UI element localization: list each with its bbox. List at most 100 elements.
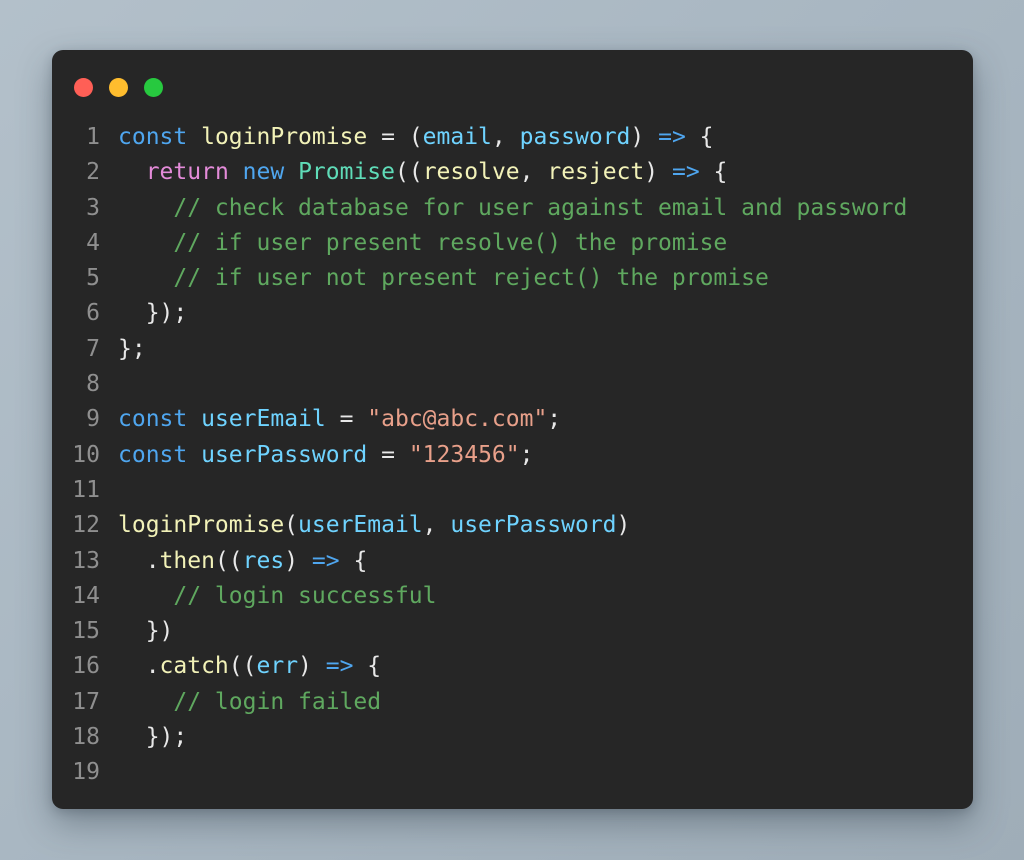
code-line: 4 // if user present resolve() the promi… <box>52 230 973 265</box>
code-token: => <box>325 653 354 680</box>
code-line: 17 // login failed <box>52 689 973 724</box>
code-token: new <box>242 159 285 186</box>
code-text: const loginPromise = (email, password) =… <box>100 124 714 150</box>
code-text: const userEmail = "abc@abc.com"; <box>100 406 561 432</box>
line-number: 1 <box>86 124 100 150</box>
code-token: ; <box>547 406 562 433</box>
code-token: then <box>159 547 215 574</box>
line-number: 3 <box>86 194 100 221</box>
code-token: (( <box>395 159 423 186</box>
code-token: . <box>118 547 160 574</box>
code-line: 9 const userEmail = "abc@abc.com"; <box>52 406 973 441</box>
code-line: 14 // login successful <box>52 583 973 618</box>
code-text: }); <box>100 300 188 326</box>
code-token: userPassword <box>450 512 617 539</box>
minimize-button-icon[interactable] <box>109 77 128 97</box>
line-number: 12 <box>72 512 100 539</box>
code-token: . <box>118 653 160 680</box>
code-token: "123456" <box>408 441 520 468</box>
code-token: "abc@abc.com" <box>367 406 548 433</box>
code-token: ) <box>284 547 312 574</box>
code-line: 3 // check database for user against ema… <box>52 195 973 230</box>
code-line: 19 <box>52 759 973 794</box>
code-token: // if user present resolve() the promise <box>173 229 728 256</box>
code-token: email <box>422 124 492 150</box>
line-number: 14 <box>72 582 100 609</box>
code-line: 7}; <box>52 336 973 371</box>
line-number: 2 <box>86 159 100 186</box>
code-text: }; <box>100 336 146 362</box>
code-text: // login failed <box>100 689 381 715</box>
code-token: { <box>339 547 368 574</box>
code-editor[interactable]: 1 const loginPromise = (email, password) … <box>52 124 973 795</box>
window-titlebar <box>52 50 973 124</box>
line-number: 10 <box>72 441 100 468</box>
code-line: 12 loginPromise(userEmail, userPassword) <box>52 512 973 547</box>
code-token: res <box>242 547 285 574</box>
code-token: = <box>367 441 409 468</box>
code-token: resolve <box>422 159 520 186</box>
code-token: , <box>519 159 548 186</box>
code-token: // if user not present reject() the prom… <box>173 265 769 292</box>
code-token: err <box>256 653 299 680</box>
code-token: , <box>422 512 451 539</box>
code-token: ( <box>284 512 299 539</box>
line-number: 19 <box>72 759 100 786</box>
code-token: ; <box>519 441 534 468</box>
code-text: .catch((err) => { <box>100 653 381 679</box>
code-line: 15 }) <box>52 618 973 653</box>
code-token: => <box>658 124 686 150</box>
code-text: const userPassword = "123456"; <box>100 442 533 468</box>
code-text: // if user present resolve() the promise <box>100 230 727 256</box>
line-number: 9 <box>86 406 100 433</box>
screenshot-stage: 1 const loginPromise = (email, password) … <box>0 0 1024 860</box>
code-token: = ( <box>367 124 423 150</box>
code-text: return new Promise((resolve, resject) =>… <box>100 159 728 186</box>
code-token: const <box>118 124 188 150</box>
code-line: 2 return new Promise((resolve, resject) … <box>52 159 973 194</box>
code-line: 5 // if user not present reject() the pr… <box>52 265 973 300</box>
code-token: // login failed <box>173 688 382 715</box>
code-token: resject <box>547 159 645 186</box>
code-token: { <box>353 653 382 680</box>
code-token: ) <box>298 653 326 680</box>
code-line: 8 <box>52 371 973 406</box>
code-line: 10 const userPassword = "123456"; <box>52 442 973 477</box>
code-token: (( <box>214 547 243 574</box>
close-button-icon[interactable] <box>74 77 93 97</box>
code-text: // check database for user against email… <box>100 195 907 221</box>
code-token: (( <box>228 653 257 680</box>
code-token: => <box>311 547 340 574</box>
line-number: 11 <box>72 476 100 503</box>
code-text: .then((res) => { <box>100 547 368 574</box>
line-number: 7 <box>86 335 100 362</box>
line-number: 6 <box>86 300 100 327</box>
code-text: loginPromise(userEmail, userPassword) <box>100 512 630 538</box>
code-token: }); <box>118 724 188 751</box>
maximize-button-icon[interactable] <box>144 77 163 97</box>
code-window: 1 const loginPromise = (email, password) … <box>52 50 973 809</box>
window-controls <box>74 77 163 97</box>
code-text: }); <box>100 724 188 751</box>
code-token: userEmail <box>201 406 326 433</box>
code-text: }) <box>100 618 174 644</box>
line-number: 15 <box>72 618 100 645</box>
code-token: userEmail <box>298 512 423 539</box>
line-number: 18 <box>72 724 100 751</box>
code-line-list: 1 const loginPromise = (email, password) … <box>52 124 973 795</box>
line-number: 16 <box>72 653 100 680</box>
code-line: 13 .then((res) => { <box>52 548 973 583</box>
line-number: 4 <box>86 229 100 256</box>
code-token: ) <box>616 512 631 539</box>
code-line: 16 .catch((err) => { <box>52 653 973 688</box>
